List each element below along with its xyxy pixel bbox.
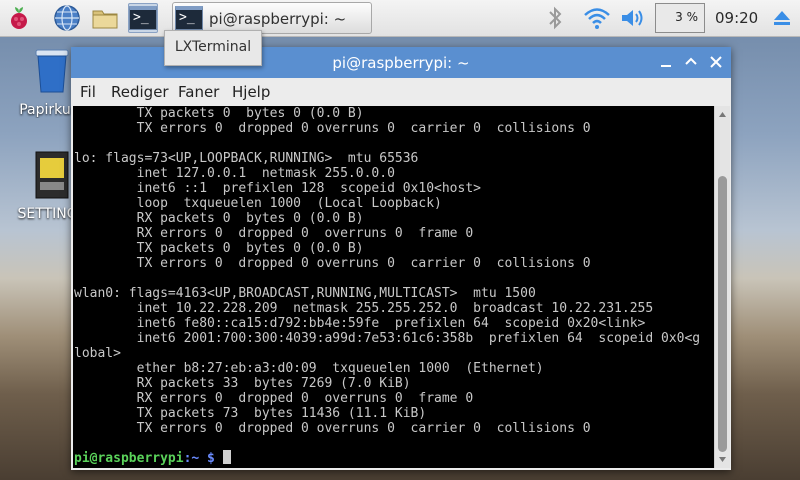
terminal-line: inet6 fe80::ca15:d792:bb4e:59fe prefixle… (74, 316, 646, 331)
terminal-line: inet 10.22.228.209 netmask 255.255.252.0… (74, 301, 654, 316)
terminal-line: TX errors 0 dropped 0 overruns 0 carrier… (74, 256, 591, 271)
terminal-line: RX errors 0 dropped 0 overruns 0 frame 0 (74, 391, 474, 406)
terminal-line: RX errors 0 dropped 0 overruns 0 frame 0 (74, 226, 474, 241)
shell-prompt[interactable]: pi@raspberrypi:~ $ (74, 450, 231, 466)
close-button[interactable] (706, 52, 726, 72)
cpu-usage-monitor[interactable]: 3 % (655, 3, 705, 33)
terminal-line: wlan0: flags=4163<UP,BROADCAST,RUNNING,M… (74, 286, 536, 301)
bluetooth-icon[interactable] (545, 5, 565, 35)
trash-icon (35, 49, 69, 93)
terminal-line: RX packets 0 bytes 0 (0.0 B) (74, 211, 364, 226)
terminal-line: inet6 2001:700:300:4039:a99d:7e53:61c6:3… (74, 331, 701, 346)
terminal-line: RX packets 33 bytes 7269 (7.0 KiB) (74, 376, 411, 391)
terminal-icon: >_ (175, 6, 203, 30)
menu-edit[interactable]: Rediger (111, 83, 169, 101)
maximize-icon (685, 57, 697, 65)
tooltip: LXTerminal (164, 30, 262, 66)
clock[interactable]: 09:20 (715, 9, 758, 27)
prompt-user: pi@raspberrypi (74, 451, 184, 466)
maximize-button[interactable] (681, 52, 701, 72)
terminal-line: lo: flags=73<UP,LOOPBACK,RUNNING> mtu 65… (74, 151, 419, 166)
terminal-line: TX errors 0 dropped 0 overruns 0 carrier… (74, 121, 591, 136)
terminal-output[interactable]: TX packets 0 bytes 0 (0.0 B) TX errors 0… (73, 106, 714, 468)
scroll-down-icon[interactable] (718, 455, 727, 464)
terminal-lines: TX packets 0 bytes 0 (0.0 B) TX errors 0… (74, 106, 700, 436)
cpu-usage-label: 3 % (675, 10, 698, 24)
menu-help[interactable]: Hjelp (232, 83, 270, 101)
terminal-line: inet 127.0.0.1 netmask 255.0.0.0 (74, 166, 395, 181)
raspberry-menu-icon[interactable] (4, 3, 34, 33)
eject-icon[interactable] (772, 8, 792, 32)
folder-icon[interactable] (90, 3, 120, 33)
menu-file[interactable]: Fil (80, 83, 96, 101)
terminal-line: loop txqueuelen 1000 (Local Loopback) (74, 196, 442, 211)
terminal-window: pi@raspberrypi: ~ Fil Rediger Faner Hjel… (71, 47, 731, 470)
terminal-line: lobal> (74, 346, 121, 361)
scroll-thumb[interactable] (718, 176, 727, 452)
menu-tabs[interactable]: Faner (178, 83, 219, 101)
terminal-line: TX packets 73 bytes 11436 (11.1 KiB) (74, 406, 427, 421)
globe-icon[interactable] (52, 3, 82, 33)
text-cursor (222, 450, 231, 464)
sd-card-icon (35, 151, 69, 199)
scrollbar[interactable] (714, 106, 730, 468)
prompt-path: :~ $ (183, 451, 223, 466)
wifi-icon[interactable] (583, 6, 611, 34)
taskbar-window-label: pi@raspberrypi: ~ (209, 10, 347, 28)
menu-bar: Fil Rediger Faner Hjelp (71, 78, 731, 106)
terminal-line: inet6 ::1 prefixlen 128 scopeid 0x10<hos… (74, 181, 481, 196)
terminal-launcher-icon[interactable]: >_ (128, 3, 158, 33)
terminal-line: TX packets 0 bytes 0 (0.0 B) (74, 241, 364, 256)
terminal-line: TX errors 0 dropped 0 overruns 0 carrier… (74, 421, 591, 436)
scroll-up-icon[interactable] (718, 110, 727, 119)
taskbar: >_ >_ pi@raspberrypi: ~ 3 % 09:20 (0, 0, 800, 37)
volume-icon[interactable] (619, 7, 647, 33)
minimize-button[interactable] (656, 52, 676, 72)
minimize-icon (661, 65, 671, 67)
close-icon (710, 56, 722, 68)
terminal-line: ether b8:27:eb:a3:d0:09 txqueuelen 1000 … (74, 361, 544, 376)
terminal-line: TX packets 0 bytes 0 (0.0 B) (74, 106, 364, 121)
